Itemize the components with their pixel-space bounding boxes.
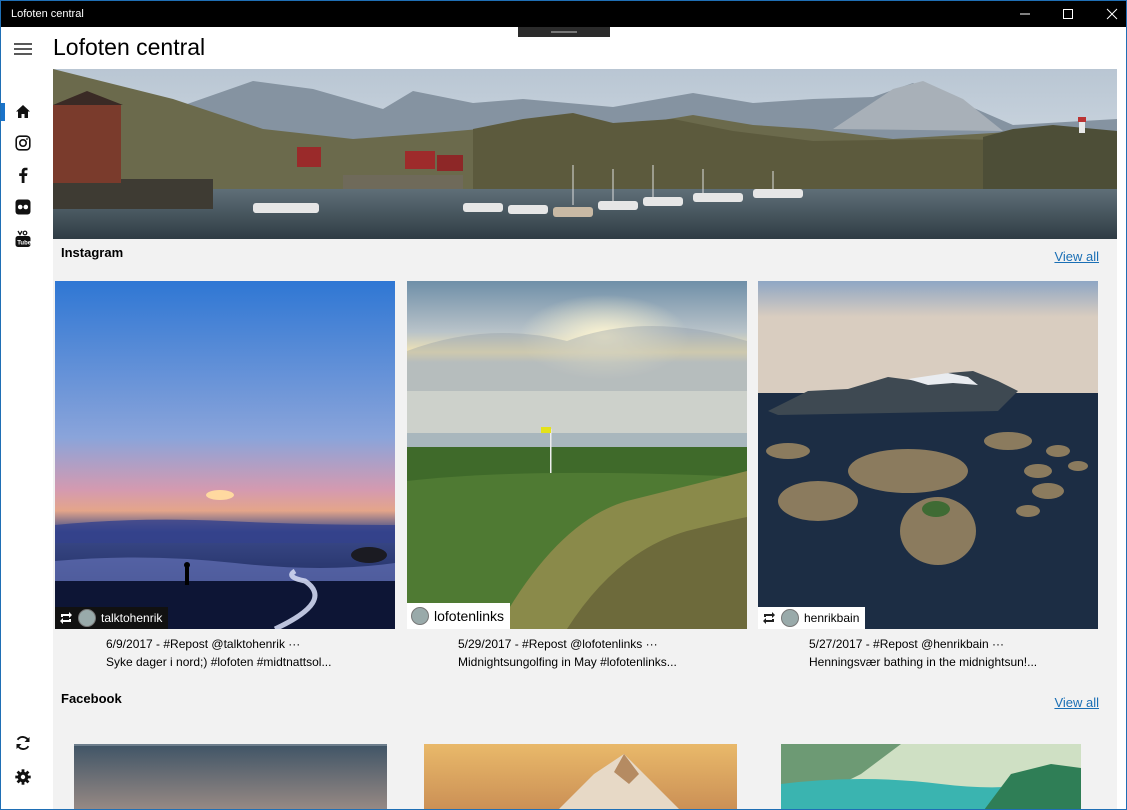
settings-button[interactable] (1, 761, 44, 793)
hamburger-menu-button[interactable] (1, 33, 44, 65)
instagram-user-tag[interactable]: lofotenlinks (407, 603, 511, 629)
user-avatar (411, 607, 429, 625)
repost-icon (763, 612, 775, 624)
window-title: Lofoten central (11, 8, 84, 20)
instagram-username: lofotenlinks (434, 608, 505, 624)
nav-facebook[interactable] (1, 159, 44, 191)
user-avatar (78, 609, 96, 627)
title-bar[interactable]: Lofoten central (1, 1, 1126, 27)
facebook-section-title: Facebook (61, 691, 122, 706)
minimize-icon (1020, 13, 1030, 15)
facebook-icon (18, 167, 27, 183)
post-caption: Midnightsungolfing in May #lofotenlinks.… (458, 655, 677, 669)
post-meta: 5/29/2017 - #Repost @lofotenlinks ··· Mi… (458, 635, 738, 671)
settings-icon (14, 769, 31, 785)
refresh-icon (16, 736, 29, 750)
app-window: Lofoten central Tube Lofoten central Ins… (0, 0, 1127, 810)
more-options-icon[interactable]: ··· (992, 637, 1004, 651)
facebook-post-image[interactable] (781, 744, 1081, 809)
svg-text:Tube: Tube (17, 241, 31, 247)
maximize-button[interactable] (1046, 1, 1090, 27)
refresh-button[interactable] (1, 727, 44, 759)
post-caption: Henningsvær bathing in the midnightsun!.… (809, 655, 1038, 669)
facebook-view-all-link[interactable]: View all (1054, 695, 1099, 710)
instagram-icon (14, 135, 31, 151)
close-icon (1106, 8, 1118, 20)
repost-icon (60, 612, 72, 624)
instagram-post-photo[interactable]: henrikbain (758, 281, 1098, 629)
sidebar: Tube (1, 27, 44, 809)
nav-flickr[interactable] (1, 191, 44, 223)
nav-home[interactable] (1, 95, 44, 127)
instagram-user-tag[interactable]: henrikbain (758, 607, 866, 629)
instagram-post-photo[interactable]: lofotenlinks (407, 281, 747, 629)
more-options-icon[interactable]: ··· (288, 637, 300, 651)
page-title: Lofoten central (53, 34, 206, 60)
hero-banner-image (53, 69, 1117, 239)
post-meta: 6/9/2017 - #Repost @talktohenrik ··· Syk… (106, 635, 386, 671)
instagram-username: henrikbain (804, 611, 860, 625)
close-button[interactable] (1090, 1, 1126, 27)
instagram-user-tag[interactable]: talktohenrik (55, 607, 169, 629)
instagram-view-all-link[interactable]: View all (1054, 249, 1099, 264)
tablet-drag-handle[interactable] (518, 27, 610, 37)
instagram-post-photo[interactable]: talktohenrik (55, 281, 395, 629)
nav-youtube[interactable]: Tube (1, 223, 44, 255)
main-content[interactable]: Instagram View all talktohenrik 6/9/2017… (53, 69, 1117, 809)
instagram-username: talktohenrik (101, 611, 163, 625)
minimize-button[interactable] (1003, 1, 1047, 27)
facebook-post-image[interactable] (424, 744, 737, 809)
maximize-icon (1063, 9, 1073, 19)
youtube-icon: Tube (15, 230, 31, 247)
post-date-text: 5/27/2017 - #Repost @henrikbain (809, 637, 989, 651)
instagram-section-title: Instagram (61, 245, 124, 260)
more-options-icon[interactable]: ··· (646, 637, 658, 651)
user-avatar (781, 609, 799, 627)
facebook-post-image[interactable] (74, 744, 387, 809)
post-date-text: 6/9/2017 - #Repost @talktohenrik (106, 637, 285, 651)
post-meta: 5/27/2017 - #Repost @henrikbain ··· Henn… (809, 635, 1089, 671)
home-icon (15, 104, 30, 118)
hamburger-icon (13, 43, 32, 55)
nav-instagram[interactable] (1, 127, 44, 159)
post-date-text: 5/29/2017 - #Repost @lofotenlinks (458, 637, 643, 651)
post-caption: Syke dager i nord;) #lofoten #midtnattso… (106, 655, 332, 669)
flickr-icon (15, 199, 30, 215)
